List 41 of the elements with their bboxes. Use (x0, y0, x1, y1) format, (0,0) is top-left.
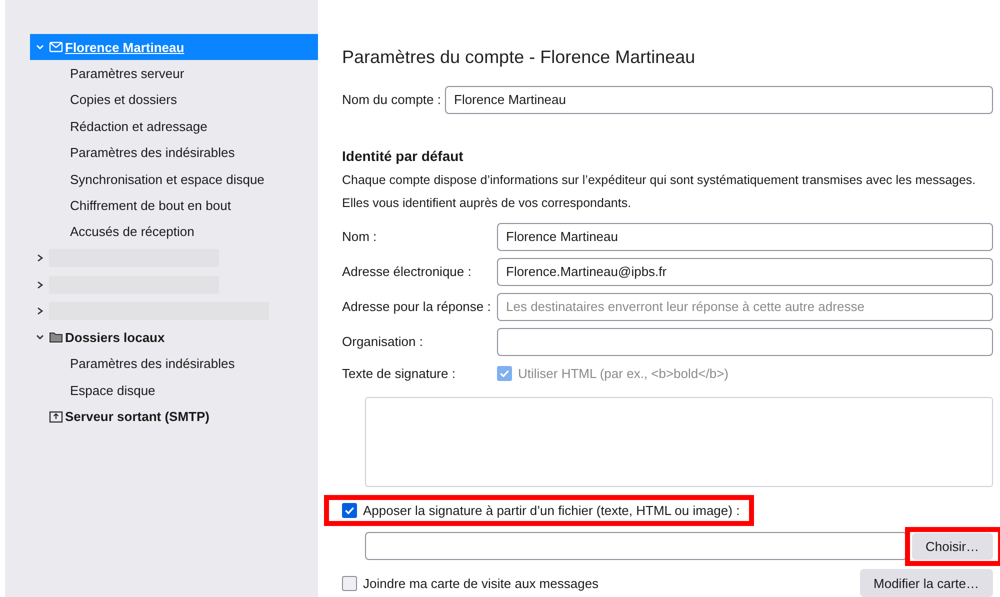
input-field[interactable]: Florence Martineau (497, 222, 993, 251)
account-name-field[interactable]: Florence Martineau (445, 86, 993, 114)
field-label: Texte de signature : (342, 366, 456, 382)
tree-item[interactable]: Florence Martineau (30, 34, 318, 60)
file-path-field[interactable] (365, 532, 907, 560)
checkbox[interactable] (342, 503, 357, 518)
outbox-icon (49, 410, 63, 423)
tree-item[interactable]: Paramètres des indésirables (30, 350, 318, 378)
section-heading: Identité par défaut (342, 148, 464, 164)
page-title: Paramètres du compte - Florence Martineau (342, 47, 696, 69)
chevron-icon[interactable] (35, 306, 45, 316)
edit-card-button[interactable]: Modifier la carte… (860, 569, 993, 597)
tree-item[interactable]: Synchronisation et espace disque (30, 166, 318, 192)
choose-button[interactable]: Choisir… (912, 532, 993, 560)
input-field[interactable]: Florence.Martineau@ipbs.fr (497, 258, 993, 286)
input-field[interactable] (497, 328, 993, 356)
chevron-icon[interactable] (35, 280, 45, 290)
tree-item[interactable]: Dossiers locaux (30, 324, 318, 351)
field-label: Adresse pour la réponse : (342, 299, 492, 314)
field-label: Adresse électronique : (342, 264, 472, 280)
field-label: Nom du compte : (342, 92, 441, 108)
checkbox[interactable] (342, 576, 357, 590)
description-text: Chaque compte dispose d’informations sur l’expéditeur qui sont systématiquement transmises avec les messages. (342, 172, 977, 187)
description-text: Elles vous identifient auprès de vos correspondants. (342, 196, 632, 210)
tree-item[interactable]: Paramètres serveur (30, 60, 318, 87)
field-label: Organisation : (342, 334, 424, 350)
envelope-icon (49, 41, 63, 54)
tree-item[interactable]: Chiffrement de bout en bout (30, 192, 318, 219)
checkbox-label: Apposer la signature à partir d’un fichier (texte, HTML ou image) : (363, 503, 740, 518)
field-label: Nom : (342, 229, 378, 244)
checkbox-label: Joindre ma carte de visite aux messages (363, 576, 599, 590)
checkbox-label: Utiliser HTML (par ex., <b>bold</b>) (518, 366, 728, 382)
tree-item[interactable]: Copies et dossiers (30, 86, 318, 114)
tree-item[interactable]: Espace disque (30, 377, 318, 404)
tree-item[interactable]: Rédaction et adressage (30, 113, 318, 140)
chevron-icon[interactable] (35, 253, 45, 264)
tree-item[interactable]: Paramètres des indésirables (30, 140, 318, 166)
folder-icon (49, 331, 63, 344)
tree-item[interactable]: Serveur sortant (SMTP) (30, 403, 318, 430)
tree-item[interactable]: Accusés de réception (30, 218, 318, 246)
input-field[interactable]: Les destinataires enverront leur réponse à cette autre adresse (497, 292, 993, 321)
